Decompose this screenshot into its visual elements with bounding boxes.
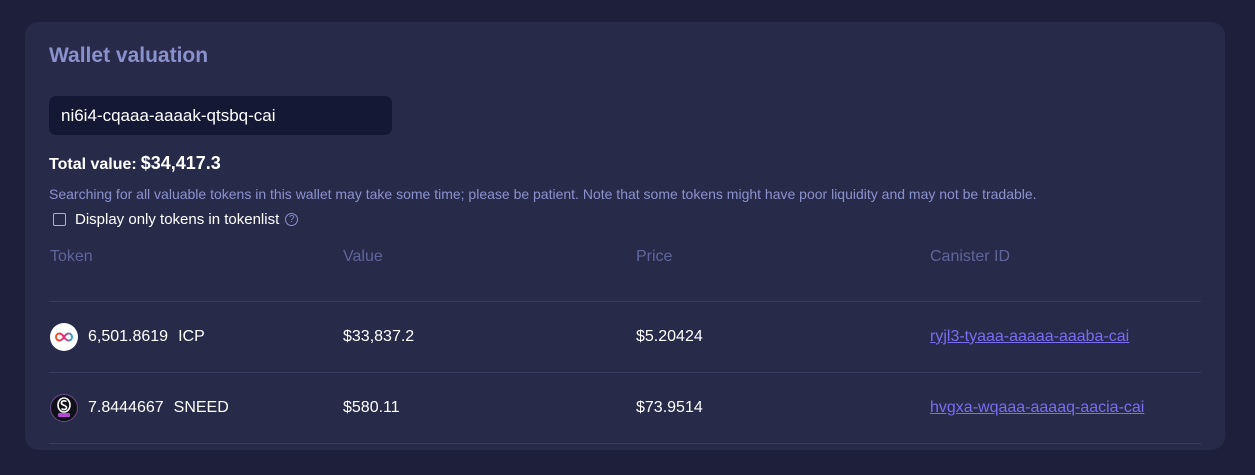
- canister-id-cell: ryjl3-tyaaa-aaaaa-aaaba-cai: [929, 301, 1201, 373]
- token-amount: 6,501.8619: [88, 328, 169, 345]
- total-value: Total value: $34,417.3: [49, 153, 1201, 175]
- column-header-value: Value: [342, 242, 635, 302]
- token-price: $5.20424: [635, 301, 929, 373]
- wallet-valuation-card: Wallet valuation Total value:$34,417.3 S…: [25, 22, 1225, 450]
- token-cell: 6,501.8619 ICP: [49, 301, 342, 373]
- tokenlist-checkbox-label[interactable]: Display only tokens in tokenlist: [75, 211, 279, 228]
- total-value-label: Total value:: [49, 156, 137, 173]
- icp-logo-icon: [50, 323, 78, 351]
- canister-id-link[interactable]: ryjl3-tyaaa-aaaaa-aaaba-cai: [930, 328, 1129, 345]
- column-header-price: Price: [635, 242, 929, 302]
- tokenlist-checkbox[interactable]: [53, 213, 66, 226]
- tokenlist-filter: Display only tokens in tokenlist ?: [49, 211, 1201, 228]
- total-value-amount: $34,417.3: [140, 153, 221, 173]
- search-note: Searching for all valuable tokens in thi…: [49, 186, 1037, 202]
- token-value: $33,837.2: [342, 301, 635, 373]
- table-row: 7.8444667 SNEED $580.11 $73.9514 hvgxa-w…: [49, 372, 1201, 444]
- token-value: $580.11: [342, 372, 635, 444]
- token-price: $73.9514: [635, 372, 929, 444]
- token-cell: 7.8444667 SNEED: [49, 372, 342, 444]
- help-icon[interactable]: ?: [285, 213, 299, 226]
- card-title: Wallet valuation: [49, 44, 209, 67]
- token-symbol: SNEED: [173, 399, 229, 416]
- column-header-canister-id: Canister ID: [929, 242, 1201, 302]
- table-header-row: Token Value Price Canister ID: [49, 242, 1201, 302]
- column-header-token: Token: [49, 242, 342, 302]
- wallet-address-input[interactable]: [49, 96, 392, 135]
- token-table: Token Value Price Canister ID 6,501.8619…: [49, 242, 1201, 444]
- canister-id-cell: hvgxa-wqaaa-aaaaq-aacia-cai: [929, 372, 1201, 444]
- token-symbol: ICP: [178, 328, 205, 345]
- canister-id-link[interactable]: hvgxa-wqaaa-aaaaq-aacia-cai: [930, 399, 1144, 416]
- token-amount: 7.8444667: [88, 399, 164, 416]
- sneed-logo-icon: [50, 394, 78, 422]
- table-row: 6,501.8619 ICP $33,837.2 $5.20424 ryjl3-…: [49, 301, 1201, 373]
